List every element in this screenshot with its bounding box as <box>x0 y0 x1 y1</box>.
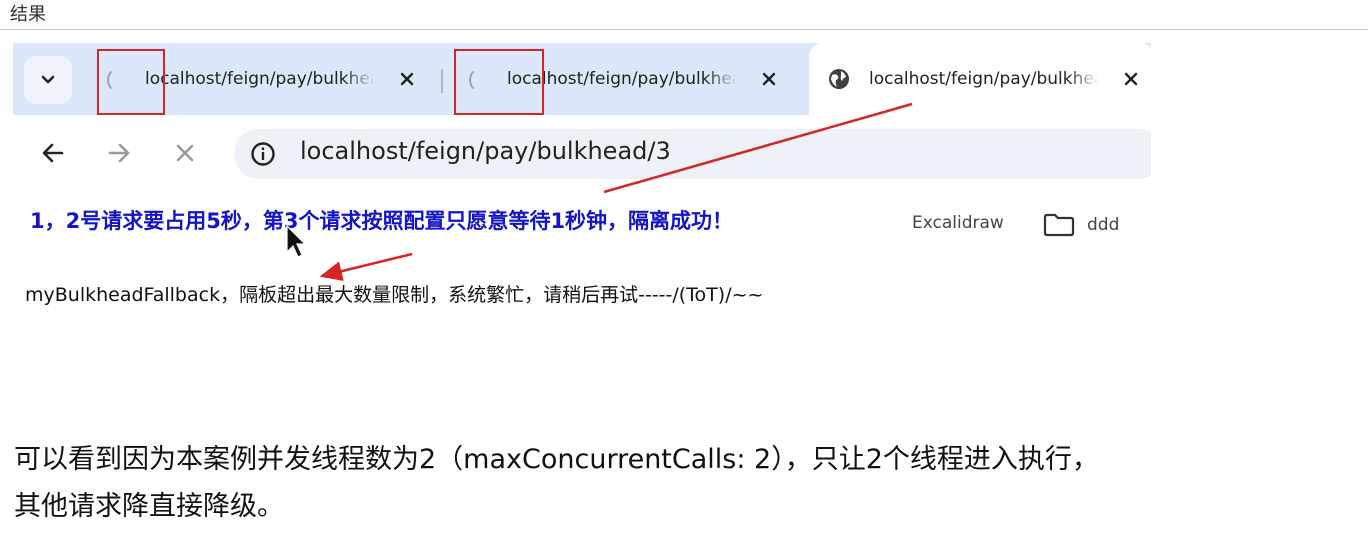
bookmark-label: Excalidraw <box>912 213 1004 233</box>
address-bar[interactable]: localhost/feign/pay/bulkhead/3 <box>234 129 1151 179</box>
chevron-down-icon <box>41 75 55 84</box>
highlight-box-tab2 <box>454 49 544 115</box>
back-button[interactable] <box>33 133 73 173</box>
tab-search-button[interactable] <box>24 56 72 104</box>
tab-separator <box>441 69 443 93</box>
info-icon[interactable] <box>250 141 276 167</box>
top-divider <box>0 29 1368 30</box>
annotation-arrow <box>319 252 413 281</box>
url-text[interactable]: localhost/feign/pay/bulkhead/3 <box>300 137 671 165</box>
explanation-text: 可以看到因为本案例并发线程数为2（maxConcurrentCalls: 2），… <box>14 436 1099 530</box>
close-icon[interactable] <box>395 67 419 91</box>
tab-bulkhead-3[interactable]: localhost/feign/pay/bulkhead/3 <box>809 43 1151 115</box>
globe-icon <box>829 69 849 89</box>
explanation-line: 可以看到因为本案例并发线程数为2（maxConcurrentCalls: 2），… <box>14 444 1099 475</box>
tab-title: localhost/feign/pay/bulkhead/1 <box>145 69 375 89</box>
close-icon <box>176 144 194 162</box>
fallback-output: myBulkheadFallback，隔板超出最大数量限制，系统繁忙，请稍后再试… <box>25 284 764 306</box>
arrow-left-icon <box>42 143 64 163</box>
result-label: 结果 <box>10 4 46 25</box>
folder-icon <box>1043 213 1075 237</box>
arrow-right-icon <box>108 143 130 163</box>
annotation-headline: 1，2号请求要占用5秒，第3个请求按照配置只愿意等待1秒钟，隔离成功！ <box>30 209 734 233</box>
tab-title: localhost/feign/pay/bulkhead/3 <box>869 69 1099 89</box>
forward-button[interactable] <box>99 133 139 173</box>
toolbar: localhost/feign/pay/bulkhead/3 <box>13 115 1151 191</box>
highlight-box-tab1 <box>97 49 165 115</box>
bookmark-excalidraw[interactable]: Excalidraw <box>912 213 1004 233</box>
close-icon[interactable] <box>1119 67 1143 91</box>
bookmark-label: ddd <box>1087 215 1120 235</box>
close-icon[interactable] <box>757 67 781 91</box>
stop-button[interactable] <box>165 133 205 173</box>
browser-window: localhost/feign/pay/bulkhead/1 localhost… <box>13 43 1151 191</box>
bookmark-folder-ddd[interactable]: ddd <box>1043 213 1119 237</box>
explanation-line: 其他请求降直接降级。 <box>14 491 284 522</box>
